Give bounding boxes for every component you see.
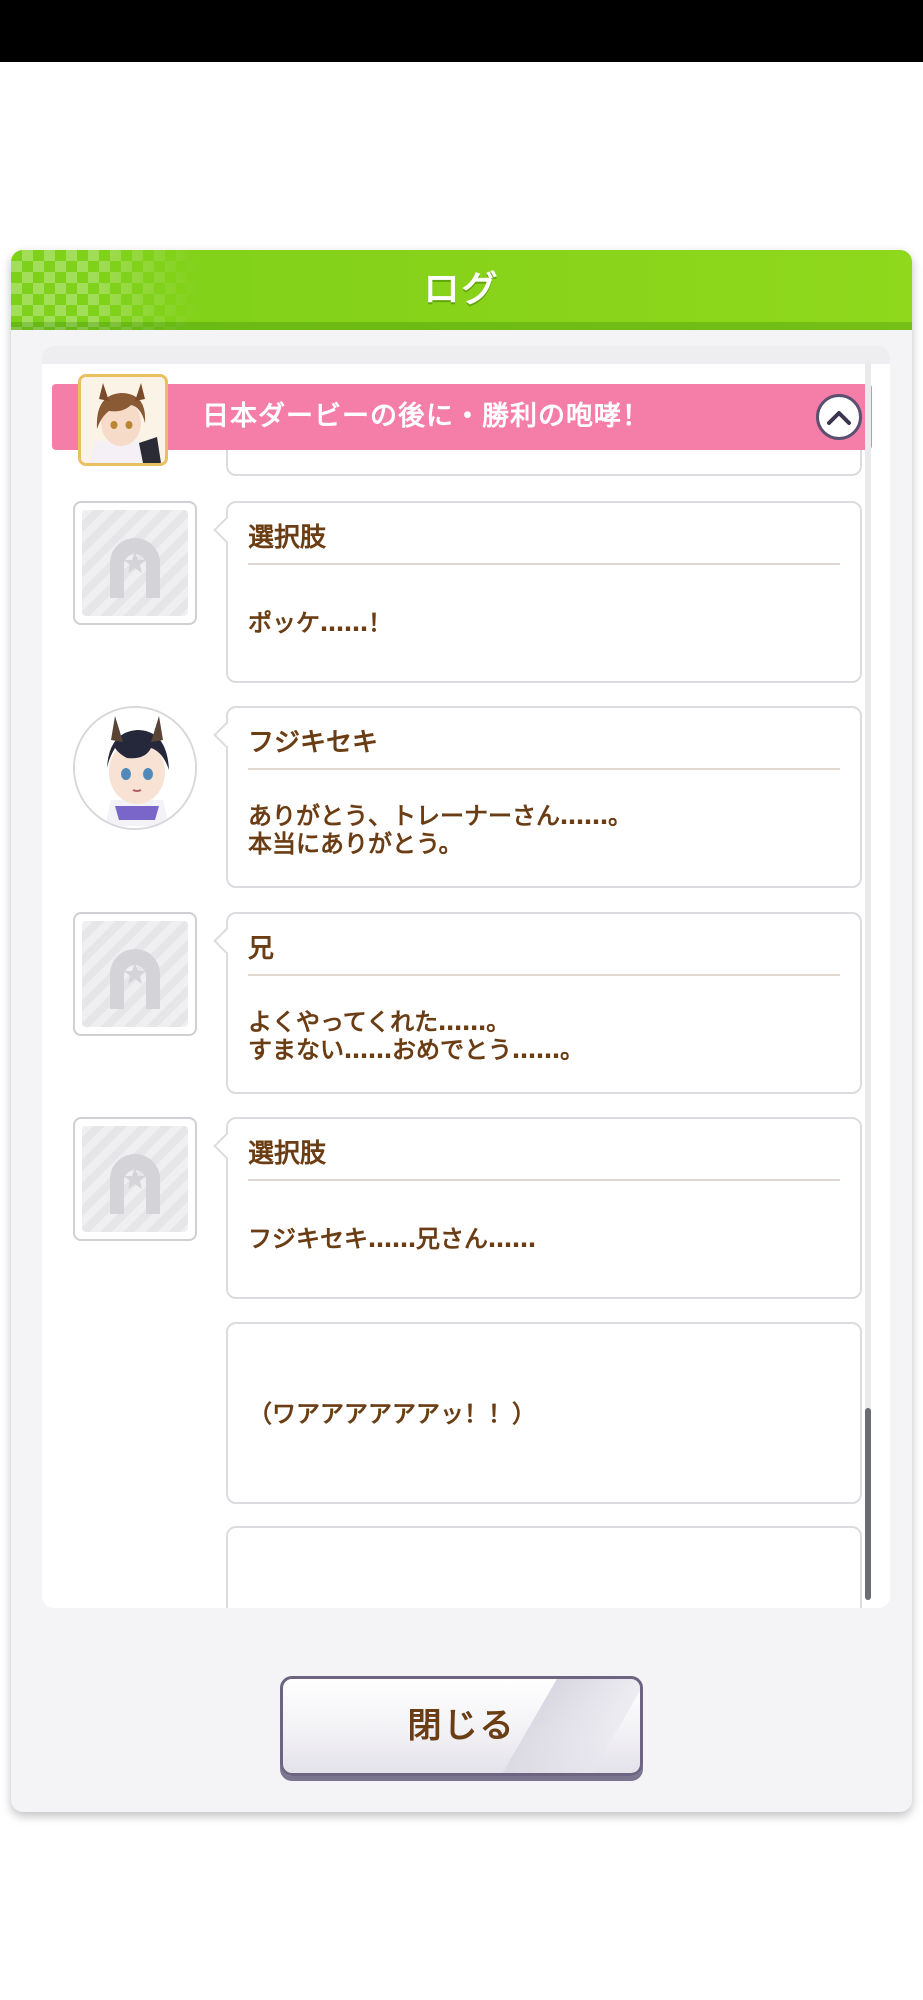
close-button-label: 閉じる (407, 1706, 516, 1746)
dialogue-line: 本当にありがとう。 (248, 830, 463, 858)
chapter-title: 日本ダービーの後に・勝利の咆哮！ (202, 401, 650, 432)
dialogue-line: フジキセキ……兄さん…… (248, 1225, 536, 1253)
log-panel[interactable]: 選択肢 ポッケ……！ フジキセキ ありがとう、トレーナーさん……。 本当にありが… (42, 346, 890, 1608)
log-bubble-partial (226, 1526, 862, 1608)
character-avatar (73, 706, 197, 830)
chapter-banner[interactable]: 日本ダービーの後に・勝利の咆哮！ (52, 384, 872, 450)
status-bar (0, 0, 923, 62)
speaker-name: 選択肢 (248, 1139, 327, 1169)
speaker-name: 選択肢 (248, 523, 327, 553)
chevron-up-icon (827, 411, 851, 425)
dialogue-line: （ワアアアアアアッ！！） (248, 1400, 536, 1428)
horseshoe-icon (82, 510, 188, 616)
log-bubble: 選択肢 ポッケ……！ (213, 501, 862, 683)
dialogue-line: ポッケ……！ (248, 609, 392, 637)
dialog-title: ログ (423, 269, 500, 310)
horseshoe-icon (82, 921, 188, 1027)
dialog-header: ログ (11, 250, 912, 330)
log-scroll-area[interactable]: 選択肢 ポッケ……！ フジキセキ ありがとう、トレーナーさん……。 本当にありが… (42, 346, 890, 1608)
speaker-name: フジキセキ (248, 728, 379, 758)
scrollbar-thumb[interactable] (865, 1408, 871, 1600)
generic-avatar (73, 912, 197, 1036)
log-bubble: 選択肢 フジキセキ……兄さん…… (213, 1117, 862, 1299)
dialogue-line: すまない……おめでとう……。 (248, 1036, 584, 1064)
collapse-button[interactable] (816, 394, 862, 440)
chapter-character-icon (78, 374, 168, 466)
horseshoe-icon (82, 1126, 188, 1232)
generic-avatar (73, 501, 197, 625)
log-bubble: フジキセキ ありがとう、トレーナーさん……。 本当にありがとう。 (213, 706, 862, 888)
log-bubble-narration: （ワアアアアアアッ！！） (226, 1322, 862, 1504)
character-portrait-icon (75, 708, 195, 828)
speaker-name: 兄 (248, 934, 275, 964)
dialogue-line: ありがとう、トレーナーさん……。 (248, 802, 632, 830)
log-bubble: 兄 よくやってくれた……。 すまない……おめでとう……。 (213, 912, 862, 1094)
dialogue-line: よくやってくれた……。 (248, 1008, 511, 1036)
generic-avatar (73, 1117, 197, 1241)
log-dialog: ログ 選択肢 ポッケ……！ フジキセキ ありがとう、トレーナーさん……。 本当に… (11, 250, 912, 1812)
close-button[interactable]: 閉じる (280, 1676, 643, 1776)
